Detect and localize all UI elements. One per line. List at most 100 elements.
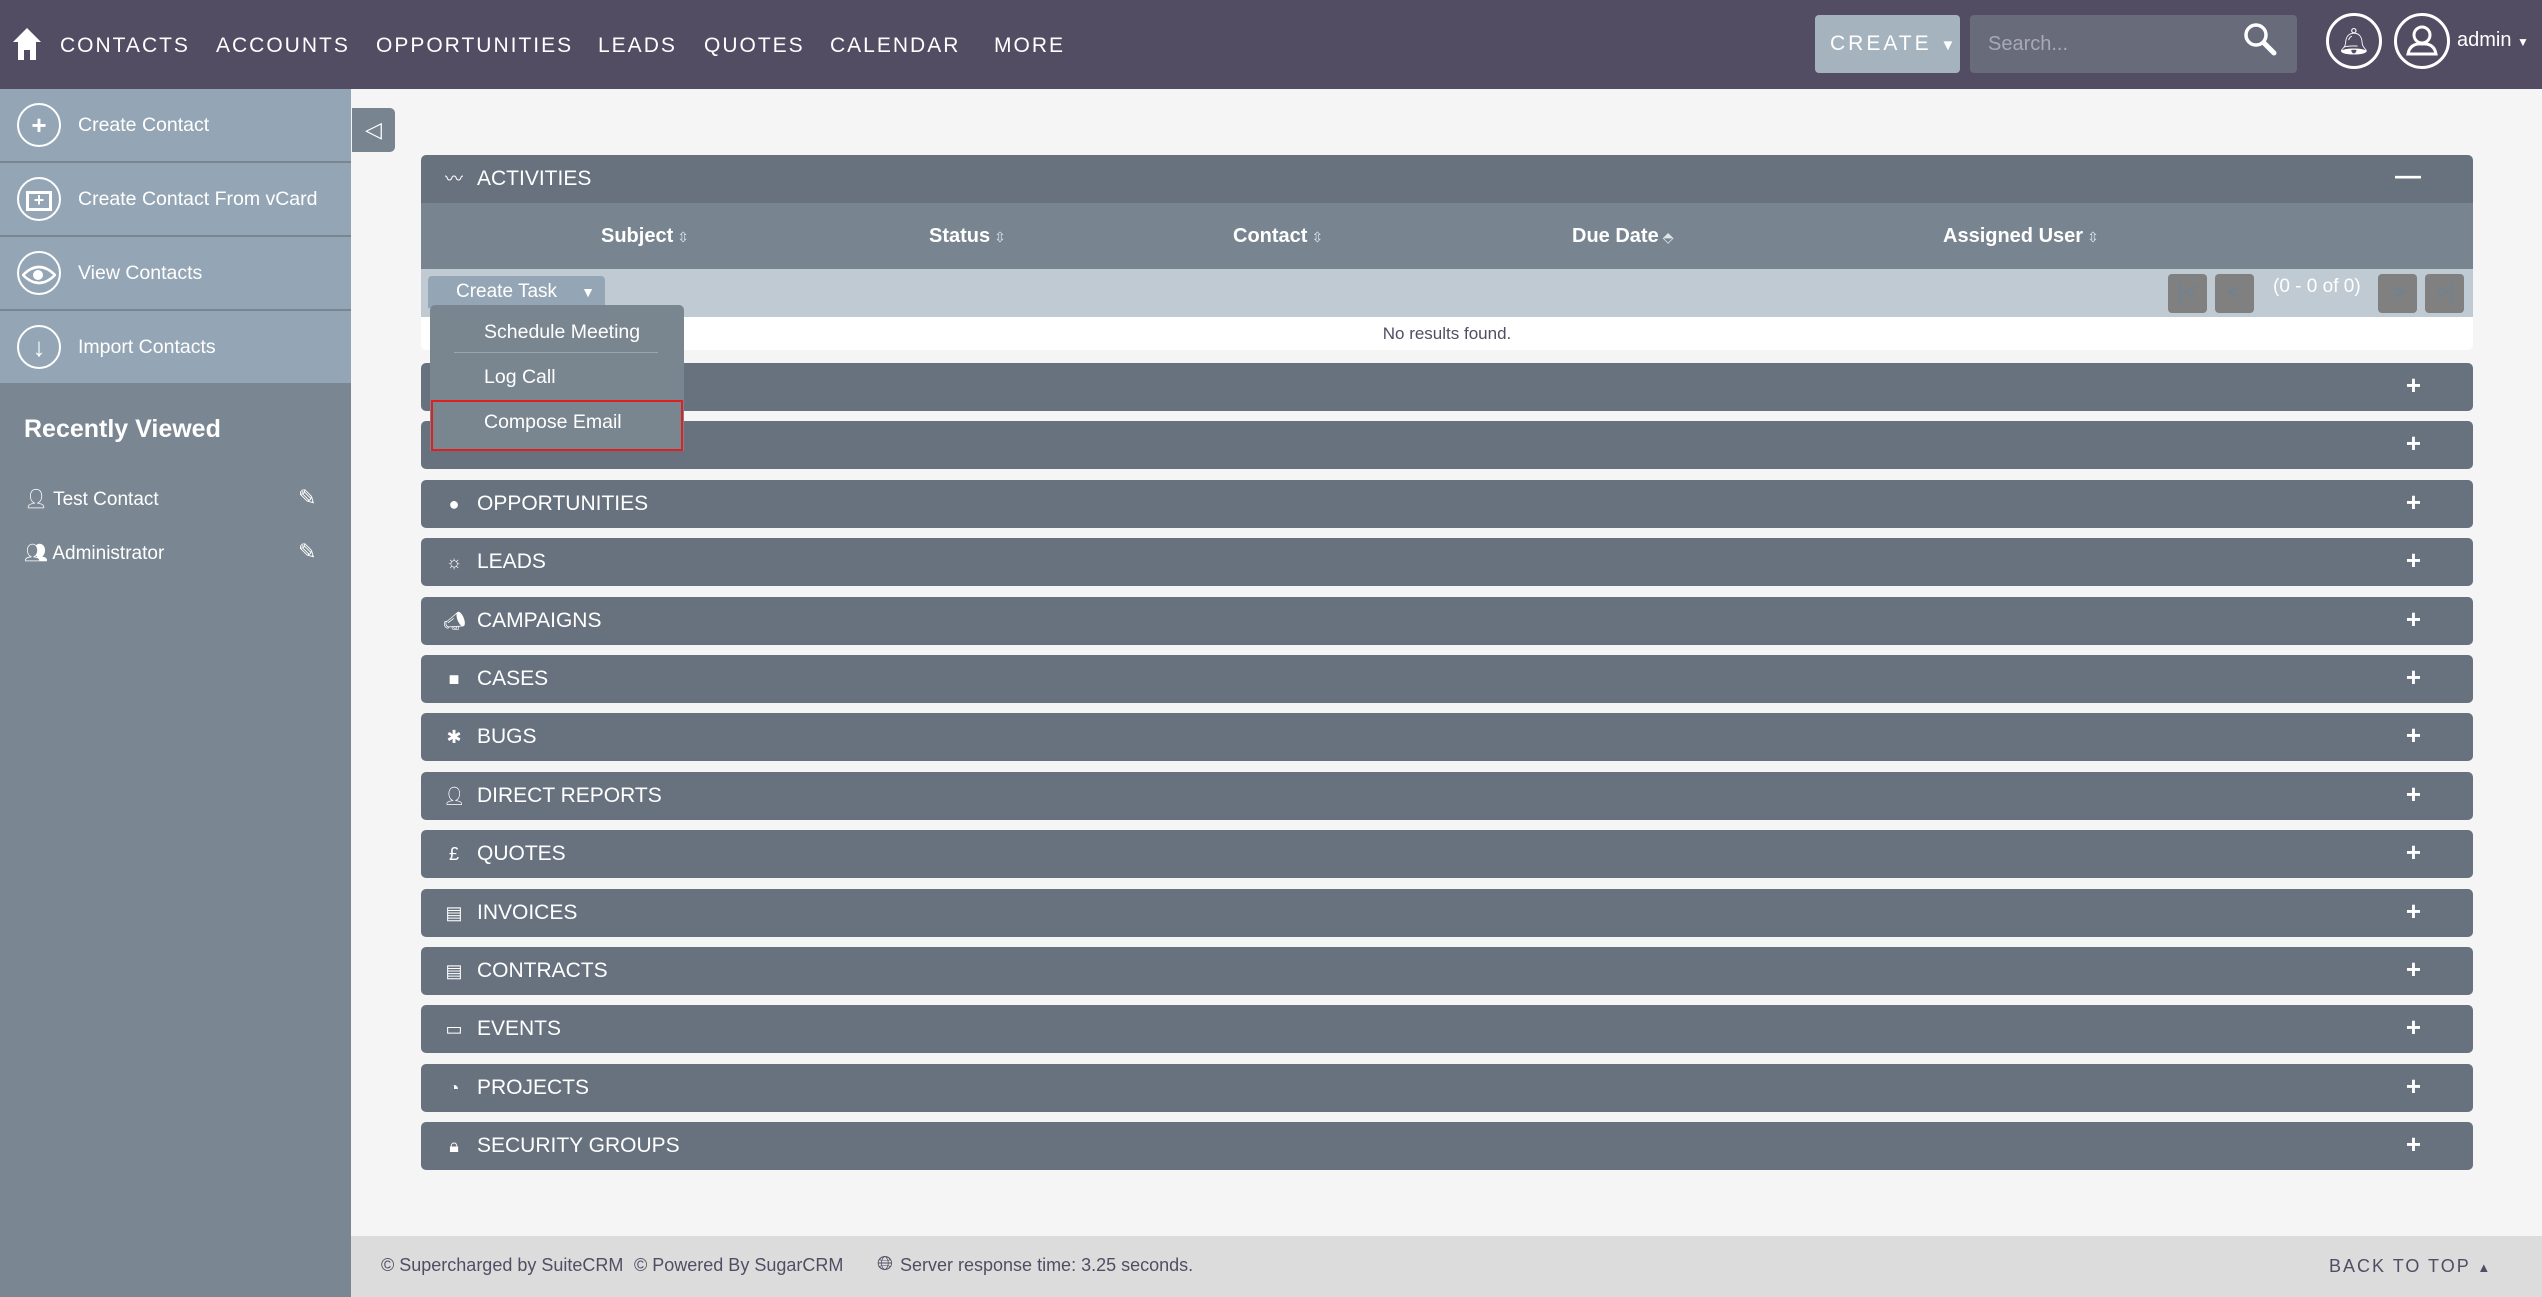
subpanel-hidden-0[interactable]: ☐+ — [421, 363, 2473, 411]
nav-more[interactable]: MORE — [994, 34, 1065, 58]
caret-down-icon[interactable]: ▼ — [581, 276, 595, 308]
footer-suitecrm[interactable]: © Supercharged by SuiteCRM — [381, 1255, 623, 1276]
activities-header[interactable]: 〰 ACTIVITIES — — [421, 155, 2473, 203]
subpanel-bugs[interactable]: ✱ BUGS + — [421, 713, 2473, 761]
triangle-left-icon: ◁ — [365, 117, 382, 142]
create-task-dropdown: Schedule Meeting Log Call Compose Email — [430, 305, 684, 451]
subpanel-invoices[interactable]: ▤ INVOICES + — [421, 889, 2473, 937]
footer-sugarcrm[interactable]: © Powered By SugarCRM — [634, 1255, 843, 1276]
panel-title: ACTIVITIES — [477, 167, 592, 190]
expand-plus-icon[interactable]: + — [2406, 1122, 2421, 1166]
first-page-button[interactable]: |< — [2168, 274, 2207, 313]
panel-title: QUOTES — [477, 842, 566, 865]
menu-schedule-meeting[interactable]: Schedule Meeting — [484, 321, 706, 344]
create-button[interactable]: CREATE ▼ — [1815, 15, 1960, 73]
nav-contacts[interactable]: CONTACTS — [60, 34, 190, 58]
recent-item-label: Administrator — [52, 543, 165, 564]
sidebar-item-label: Create Contact From vCard — [78, 188, 318, 210]
activity-chart-icon: 〰 — [445, 169, 463, 189]
subpanel-cases[interactable]: ■ CASES + — [421, 655, 2473, 703]
eye-icon — [17, 251, 61, 295]
collapse-minus-icon[interactable]: — — [2395, 155, 2421, 195]
next-page-button[interactable]: > — [2378, 274, 2417, 313]
subpanel-opportunities[interactable]: ● OPPORTUNITIES + — [421, 480, 2473, 528]
server-response-time: Server response time: 3.25 seconds. — [900, 1255, 1194, 1275]
column-subject[interactable]: Subject ⇳ — [601, 203, 689, 269]
nav-calendar[interactable]: CALENDAR — [830, 34, 960, 58]
home-icon[interactable] — [13, 28, 41, 60]
pagination-count: (0 - 0 of 0) — [2273, 276, 2361, 297]
nav-leads[interactable]: LEADS — [598, 34, 677, 58]
subpanel-events[interactable]: ▭ EVENTS + — [421, 1005, 2473, 1053]
folder-icon: ■ — [448, 669, 460, 689]
nav-accounts[interactable]: ACCOUNTS — [216, 34, 350, 58]
sidebar: + Create Contact + Create Contact From vCa… — [0, 89, 351, 1297]
top-navbar: CONTACTS ACCOUNTS OPPORTUNITIES LEADS QU… — [0, 0, 2542, 89]
user-menu[interactable]: admin ▼ — [2457, 29, 2529, 52]
recent-item[interactable]: 👥︎ Administrator — [24, 541, 164, 565]
prev-page-button[interactable]: < — [2215, 274, 2254, 313]
subpanel-contracts[interactable]: ▤ CONTRACTS + — [421, 947, 2473, 995]
expand-plus-icon[interactable]: + — [2406, 1064, 2421, 1108]
column-contact[interactable]: Contact ⇳ — [1233, 203, 1323, 269]
expand-plus-icon[interactable]: + — [2406, 363, 2421, 407]
subpanel-direct-reports[interactable]: 👤︎ DIRECT REPORTS + — [421, 772, 2473, 820]
activities-subpanel: 〰 ACTIVITIES — No results found. — [421, 155, 2473, 350]
person-icon: 👤︎ — [24, 489, 49, 510]
expand-plus-icon[interactable]: + — [2406, 655, 2421, 699]
person-icon: 👤︎ — [443, 786, 466, 806]
column-due-date[interactable]: Due Date ⬘ — [1572, 203, 1673, 269]
expand-plus-icon[interactable]: + — [2406, 1005, 2421, 1049]
subpanel-projects[interactable]: ◔ PROJECTS + — [421, 1064, 2473, 1112]
panel-title: CONTRACTS — [477, 959, 608, 982]
subpanel-leads[interactable]: ☼ LEADS + — [421, 538, 2473, 586]
last-page-button[interactable]: >| — [2425, 274, 2464, 313]
download-icon: ↓ — [17, 325, 61, 369]
user-avatar-icon[interactable] — [2394, 13, 2450, 69]
bug-icon: ✱ — [446, 727, 462, 747]
subpanel-quotes[interactable]: £ QUOTES + — [421, 830, 2473, 878]
notifications-bell-icon[interactable]: 🔔︎ — [2326, 13, 2382, 69]
expand-plus-icon[interactable]: + — [2406, 421, 2421, 465]
back-to-top-link[interactable]: BACK TO TOP ▲ — [2329, 1256, 2492, 1277]
expand-plus-icon[interactable]: + — [2406, 830, 2421, 874]
panel-title: PROJECTS — [477, 1076, 590, 1099]
column-status[interactable]: Status ⇳ — [929, 203, 1006, 269]
recent-item[interactable]: 👤︎ Test Contact — [24, 487, 159, 511]
sidebar-import-contacts[interactable]: ↓ Import Contacts — [0, 311, 351, 383]
sort-icon: ⇳ — [1311, 229, 1324, 245]
sidebar-create-contact[interactable]: + Create Contact — [0, 89, 351, 161]
create-task-button[interactable]: Create Task ▼ — [428, 276, 605, 308]
expand-plus-icon[interactable]: + — [2406, 772, 2421, 816]
menu-compose-email[interactable]: Compose Email — [484, 411, 706, 434]
panel-title: DIRECT REPORTS — [477, 784, 662, 807]
edit-pencil-icon[interactable]: ✎ — [298, 485, 316, 511]
vcard-icon: + — [17, 177, 61, 221]
subpanel-hidden-1[interactable]: ☐+ — [421, 421, 2473, 469]
subpanel-campaigns[interactable]: 📣︎ CAMPAIGNS + — [421, 597, 2473, 645]
sidebar-create-from-vcard[interactable]: + Create Contact From vCard — [0, 163, 351, 235]
users-icon: 👥︎ — [24, 543, 49, 564]
expand-plus-icon[interactable]: + — [2406, 713, 2421, 757]
expand-plus-icon[interactable]: + — [2406, 597, 2421, 641]
pie-chart-icon: ◔ — [448, 1078, 460, 1098]
search-icon[interactable] — [2243, 22, 2279, 63]
edit-pencil-icon[interactable]: ✎ — [298, 539, 316, 565]
nav-quotes[interactable]: QUOTES — [704, 34, 805, 58]
sidebar-item-label: Create Contact — [78, 114, 210, 136]
sort-icon: ⬘ — [1662, 229, 1674, 245]
sidebar-collapse-button[interactable]: ◁ — [352, 108, 395, 152]
subpanel-security-groups[interactable]: 🔒︎ SECURITY GROUPS + — [421, 1122, 2473, 1170]
menu-log-call[interactable]: Log Call — [484, 366, 706, 389]
nav-opportunities[interactable]: OPPORTUNITIES — [376, 34, 573, 58]
expand-plus-icon[interactable]: + — [2406, 947, 2421, 991]
recently-viewed-title: Recently Viewed — [24, 415, 221, 443]
panel-title: CASES — [477, 667, 549, 690]
expand-plus-icon[interactable]: + — [2406, 538, 2421, 582]
sidebar-view-contacts[interactable]: View Contacts — [0, 237, 351, 309]
expand-plus-icon[interactable]: + — [2406, 889, 2421, 933]
column-assigned-user[interactable]: Assigned User ⇳ — [1943, 203, 2099, 269]
expand-plus-icon[interactable]: + — [2406, 480, 2421, 524]
caret-down-icon: ▼ — [2517, 35, 2529, 49]
panel-title: CAMPAIGNS — [477, 609, 602, 632]
